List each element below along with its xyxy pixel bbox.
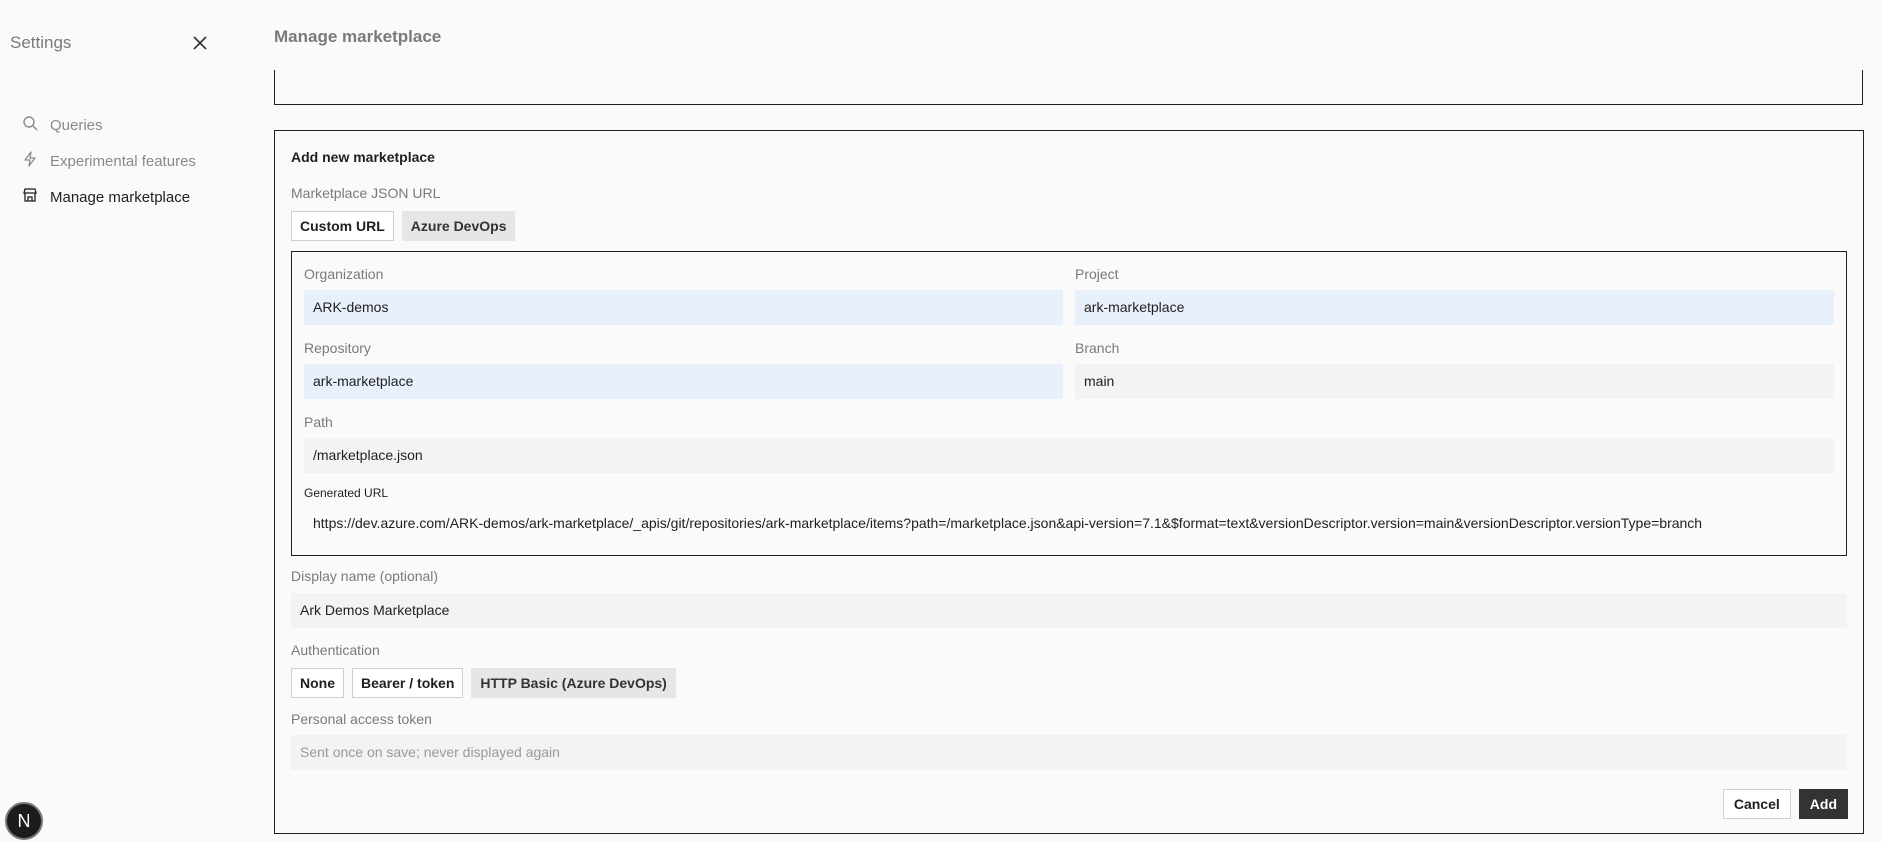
azure-devops-panel: Organization ARK-demos Project ark-marke… — [291, 251, 1847, 556]
sidebar-item-manage-marketplace[interactable]: Manage marketplace — [22, 187, 190, 207]
auth-none-button[interactable]: None — [291, 668, 344, 698]
custom-url-button[interactable]: Custom URL — [291, 211, 394, 241]
store-icon — [22, 187, 38, 207]
auth-mode-toggle: None Bearer / token HTTP Basic (Azure De… — [291, 668, 676, 698]
azure-devops-button[interactable]: Azure DevOps — [401, 211, 516, 241]
sidebar-item-label: Experimental features — [50, 152, 196, 170]
organization-label: Organization — [304, 266, 384, 282]
sidebar-item-label: Manage marketplace — [50, 188, 191, 206]
add-button[interactable]: Add — [1798, 789, 1848, 819]
search-icon — [22, 115, 38, 135]
sidebar-item-label: Queries — [50, 116, 103, 134]
sidebar-item-queries[interactable]: Queries — [22, 115, 103, 135]
branch-label: Branch — [1075, 340, 1120, 356]
path-label: Path — [304, 414, 333, 430]
lightning-icon — [22, 151, 38, 171]
close-icon[interactable] — [190, 33, 210, 53]
token-label: Personal access token — [291, 711, 432, 727]
form-title: Add new marketplace — [291, 149, 435, 165]
auth-bearer-button[interactable]: Bearer / token — [352, 668, 464, 698]
url-mode-toggle: Custom URL Azure DevOps — [291, 211, 516, 241]
add-marketplace-card: Add new marketplace Marketplace JSON URL… — [274, 130, 1864, 834]
display-name-label: Display name (optional) — [291, 568, 439, 584]
display-name-field[interactable]: Ark Demos Marketplace — [291, 593, 1847, 628]
app-badge[interactable]: N — [5, 802, 43, 840]
branch-field[interactable]: main — [1075, 364, 1834, 399]
authentication-label: Authentication — [291, 642, 380, 658]
generated-url-value: https://dev.azure.com/ARK-demos/ark-mark… — [313, 515, 1703, 531]
previous-card — [274, 70, 1863, 105]
repository-label: Repository — [304, 340, 371, 356]
organization-field[interactable]: ARK-demos — [304, 290, 1063, 325]
cancel-button[interactable]: Cancel — [1722, 789, 1791, 819]
page-title: Manage marketplace — [274, 27, 442, 46]
project-field[interactable]: ark-marketplace — [1075, 290, 1834, 325]
sidebar-item-experimental-features[interactable]: Experimental features — [22, 151, 196, 171]
url-label: Marketplace JSON URL — [291, 185, 441, 201]
auth-http-basic-button[interactable]: HTTP Basic (Azure DevOps) — [471, 668, 676, 698]
project-label: Project — [1075, 266, 1119, 282]
path-field[interactable]: /marketplace.json — [304, 438, 1834, 473]
settings-sidebar: Settings Queries Experimental features M… — [0, 0, 235, 842]
form-actions: Cancel Add — [1722, 789, 1848, 819]
generated-url-label: Generated URL — [304, 486, 389, 500]
sidebar-title: Settings — [10, 33, 72, 52]
token-field[interactable]: Sent once on save; never displayed again — [291, 735, 1847, 770]
repository-field[interactable]: ark-marketplace — [304, 364, 1063, 399]
